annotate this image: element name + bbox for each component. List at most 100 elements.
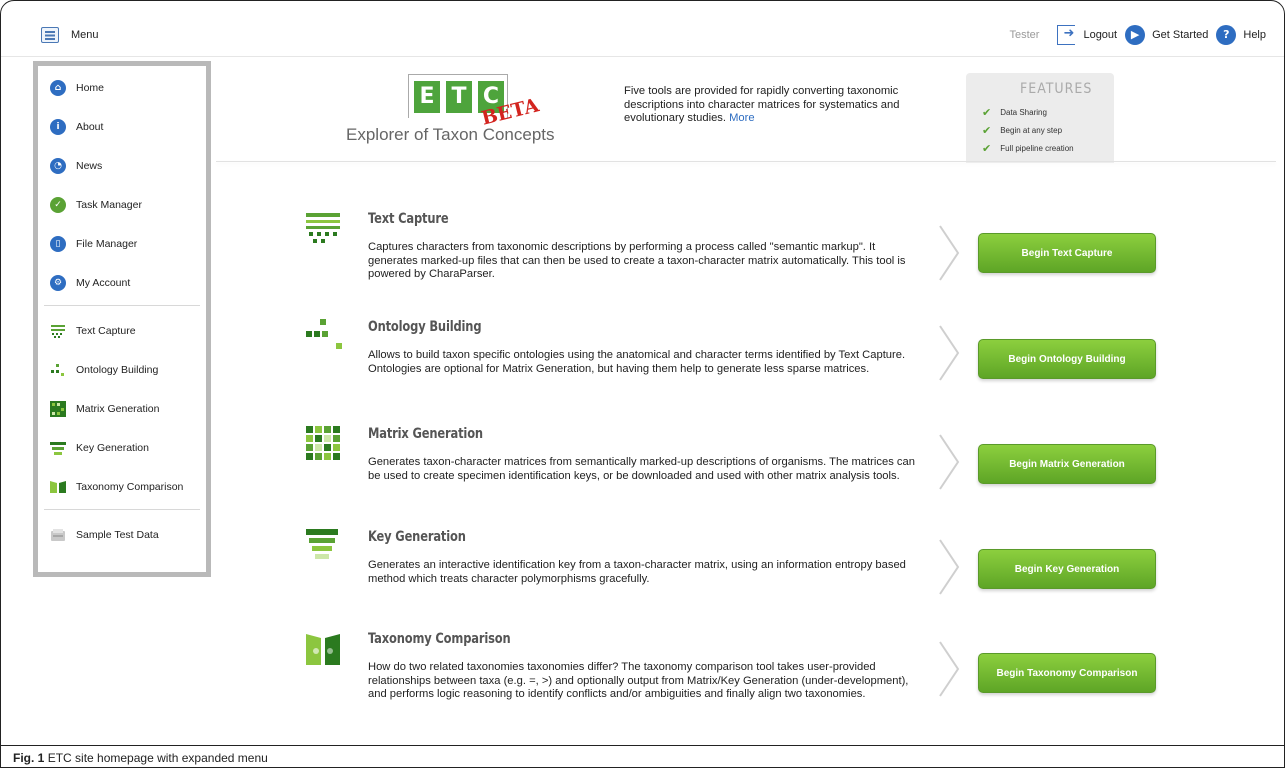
play-icon: ▶ xyxy=(1125,25,1146,45)
sidebar-item-news[interactable]: ◔ News xyxy=(38,146,206,185)
get-started-button[interactable]: ▶ Get Started xyxy=(1125,25,1208,45)
text-capture-icon xyxy=(306,213,340,243)
check-icon: ✔ xyxy=(982,123,992,137)
news-icon: ◔ xyxy=(50,157,66,174)
sidebar-item-text-capture[interactable]: Text Capture xyxy=(38,311,206,350)
logo-letter: T xyxy=(446,81,472,113)
sidebar-item-label: File Manager xyxy=(76,237,138,250)
tool-description: How do two related taxonomies taxonomies… xyxy=(368,661,909,700)
sidebar-item-file-manager[interactable]: ▯ File Manager xyxy=(38,224,206,263)
sidebar-item-key-generation[interactable]: Key Generation xyxy=(38,428,206,467)
sidebar-item-label: Task Manager xyxy=(76,198,142,211)
sidebar-item-sample-test-data[interactable]: Sample Test Data xyxy=(38,515,206,554)
username: Tester xyxy=(1009,29,1040,41)
check-icon: ✔ xyxy=(982,141,992,155)
begin-text-capture-button[interactable]: Begin Text Capture xyxy=(978,233,1156,273)
sidebar-item-my-account[interactable]: ⚙ My Account xyxy=(38,263,206,302)
sidebar-item-ontology-building[interactable]: Ontology Building xyxy=(38,350,206,389)
tool-title: Text Capture xyxy=(368,211,449,227)
home-icon: ⌂ xyxy=(50,79,66,96)
ontology-building-icon xyxy=(51,363,64,376)
sidebar-item-label: Taxonomy Comparison xyxy=(76,480,184,493)
feature-item: ✔ Full pipeline creation xyxy=(982,139,1114,157)
sidebar-item-matrix-generation[interactable]: Matrix Generation xyxy=(38,389,206,428)
menu-button[interactable]: Menu xyxy=(41,27,99,43)
header-divider xyxy=(216,161,1276,162)
top-right-nav: Tester Logout ▶ Get Started ? Help xyxy=(1009,25,1266,45)
logout-icon xyxy=(1057,25,1076,45)
chevron-right-icon xyxy=(939,325,960,381)
page-frame: Menu Tester Logout ▶ Get Started ? Help … xyxy=(0,0,1285,768)
sidebar-item-label: News xyxy=(76,159,103,172)
logo-subtitle: Explorer of Taxon Concepts xyxy=(346,125,555,144)
sidebar-item-label: Home xyxy=(76,81,105,94)
features-title: FEATURES xyxy=(1020,81,1093,97)
tool-taxonomy-comparison: Taxonomy Comparison How do two related t… xyxy=(306,631,1266,741)
tool-title: Key Generation xyxy=(368,529,466,545)
begin-key-generation-button[interactable]: Begin Key Generation xyxy=(978,549,1156,589)
etc-logo: E T C BETA Explorer of Taxon Concepts xyxy=(346,69,601,149)
tool-description: Generates an interactive identification … xyxy=(368,559,906,585)
help-icon: ? xyxy=(1216,25,1237,45)
account-icon: ⚙ xyxy=(50,274,66,291)
begin-matrix-generation-button[interactable]: Begin Matrix Generation xyxy=(978,444,1156,484)
intro-text: Five tools are provided for rapidly conv… xyxy=(624,85,914,126)
menu-icon xyxy=(41,27,59,43)
sidebar-item-label: Matrix Generation xyxy=(76,402,160,415)
tool-text-capture: Text Capture Captures characters from ta… xyxy=(306,211,1266,291)
sidebar-item-label: About xyxy=(76,120,104,133)
sidebar-item-about[interactable]: i About xyxy=(38,107,206,146)
logout-label: Logout xyxy=(1083,29,1118,41)
taxonomy-comparison-icon xyxy=(306,634,340,665)
tool-title: Taxonomy Comparison xyxy=(368,631,511,647)
figure-label: Fig. 1 xyxy=(13,751,45,765)
intro-body: Five tools are provided for rapidly conv… xyxy=(624,85,900,124)
chevron-right-icon xyxy=(939,225,960,281)
feature-label: Data Sharing xyxy=(1000,107,1047,117)
features-panel: FEATURES ✔ Data Sharing ✔ Begin at any s… xyxy=(966,73,1114,163)
tool-ontology-building: Ontology Building Allows to build taxon … xyxy=(306,319,1266,399)
info-icon: i xyxy=(50,118,66,135)
sidebar-item-label: My Account xyxy=(76,276,131,289)
feature-item: ✔ Begin at any step xyxy=(982,121,1114,139)
chevron-right-icon xyxy=(939,539,960,595)
chevron-right-icon xyxy=(939,434,960,490)
matrix-generation-icon xyxy=(306,426,340,460)
tool-description: Allows to build taxon specific ontologie… xyxy=(368,349,906,375)
feature-label: Full pipeline creation xyxy=(1000,143,1074,153)
feature-label: Begin at any step xyxy=(1000,125,1063,135)
more-link[interactable]: More xyxy=(729,112,755,124)
sidebar-item-home[interactable]: ⌂ Home xyxy=(38,68,206,107)
sidebar-item-task-manager[interactable]: ✓ Task Manager xyxy=(38,185,206,224)
text-capture-icon xyxy=(51,324,65,338)
sidebar-item-label: Text Capture xyxy=(76,324,136,337)
check-icon: ✔ xyxy=(982,105,992,119)
ontology-building-icon xyxy=(306,319,342,349)
sidebar-item-label: Key Generation xyxy=(76,441,149,454)
logout-button[interactable]: Logout xyxy=(1057,25,1117,45)
tool-title: Ontology Building xyxy=(368,319,482,335)
figure-caption: Fig. 1 ETC site homepage with expanded m… xyxy=(1,745,1284,767)
menu-label: Menu xyxy=(71,29,99,41)
sidebar-item-label: Ontology Building xyxy=(76,363,159,376)
help-label: Help xyxy=(1243,29,1266,41)
sidebar-item-taxonomy-comparison[interactable]: Taxonomy Comparison xyxy=(38,467,206,506)
sidebar-divider xyxy=(44,509,200,510)
sample-data-icon xyxy=(51,528,65,541)
figure-caption-text: ETC site homepage with expanded menu xyxy=(47,751,268,765)
logo-letter: E xyxy=(414,81,440,113)
help-button[interactable]: ? Help xyxy=(1216,25,1266,45)
tool-matrix-generation: Matrix Generation Generates taxon-charac… xyxy=(306,426,1266,506)
tool-description: Generates taxon-character matrices from … xyxy=(368,456,915,482)
begin-taxonomy-comparison-button[interactable]: Begin Taxonomy Comparison xyxy=(978,653,1156,693)
begin-ontology-building-button[interactable]: Begin Ontology Building xyxy=(978,339,1156,379)
matrix-generation-icon xyxy=(50,400,66,417)
taxonomy-comparison-icon xyxy=(50,480,66,493)
top-bar: Menu Tester Logout ▶ Get Started ? Help xyxy=(1,1,1284,57)
sidebar-item-label: Sample Test Data xyxy=(76,528,159,541)
chevron-right-icon xyxy=(939,641,960,697)
key-generation-icon xyxy=(50,441,66,455)
file-manager-icon: ▯ xyxy=(50,235,66,252)
task-manager-icon: ✓ xyxy=(50,196,66,213)
tool-key-generation: Key Generation Generates an interactive … xyxy=(306,529,1266,599)
